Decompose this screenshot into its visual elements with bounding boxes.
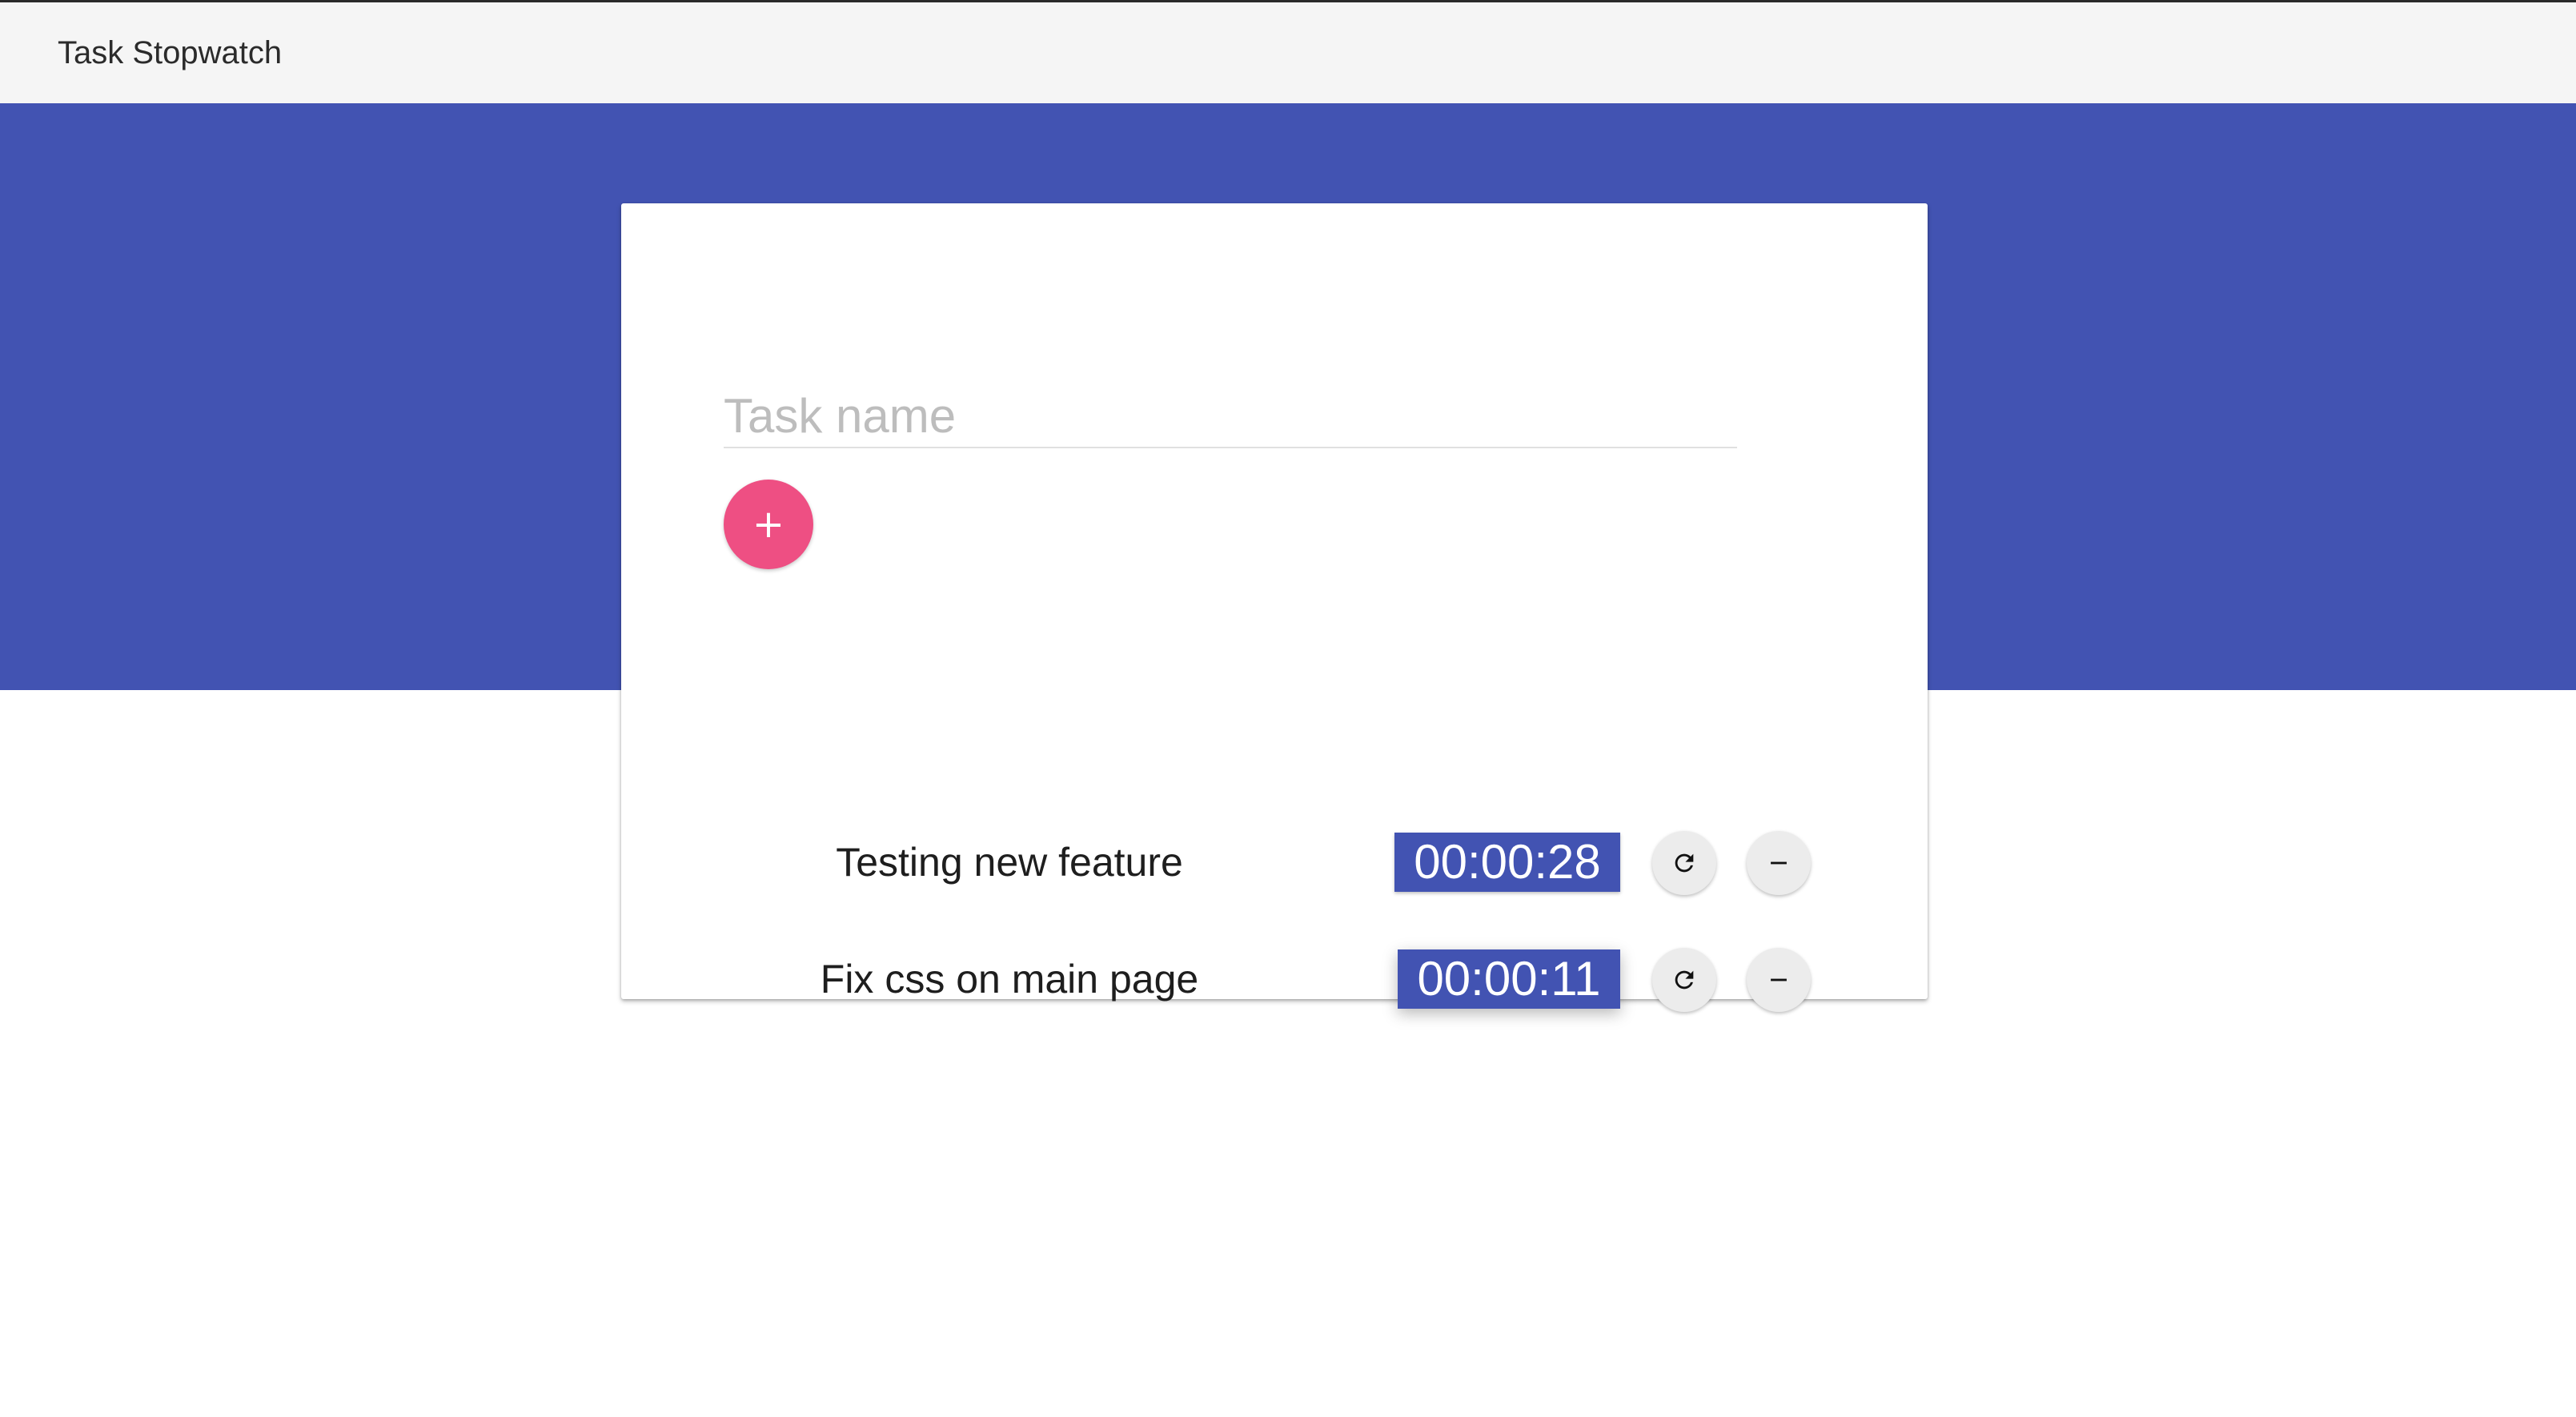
restart-icon [1671,966,1698,994]
add-task-button[interactable]: + [724,480,813,569]
task-timer[interactable]: 00:00:11 [1398,949,1620,1009]
task-row: Fix css on main page 00:00:11 [621,943,1928,1015]
remove-task-button[interactable] [1747,831,1811,895]
task-timer[interactable]: 00:00:28 [1394,833,1620,892]
restart-timer-button[interactable] [1652,948,1716,1012]
task-card: + Testing new feature 00:00:28 Fix css o… [621,203,1928,1012]
app-bar: Task Stopwatch [0,2,2576,103]
minus-icon [1765,849,1792,877]
task-row: Testing new feature 00:00:28 [621,826,1928,898]
task-name: Fix css on main page [820,957,1199,1002]
task-name: Testing new feature [836,840,1183,885]
restart-timer-button[interactable] [1652,831,1716,895]
task-name-input[interactable] [724,384,1737,448]
minus-icon [1765,966,1792,994]
app-title: Task Stopwatch [58,35,283,70]
restart-icon [1671,849,1698,877]
remove-task-button[interactable] [1747,948,1811,1012]
